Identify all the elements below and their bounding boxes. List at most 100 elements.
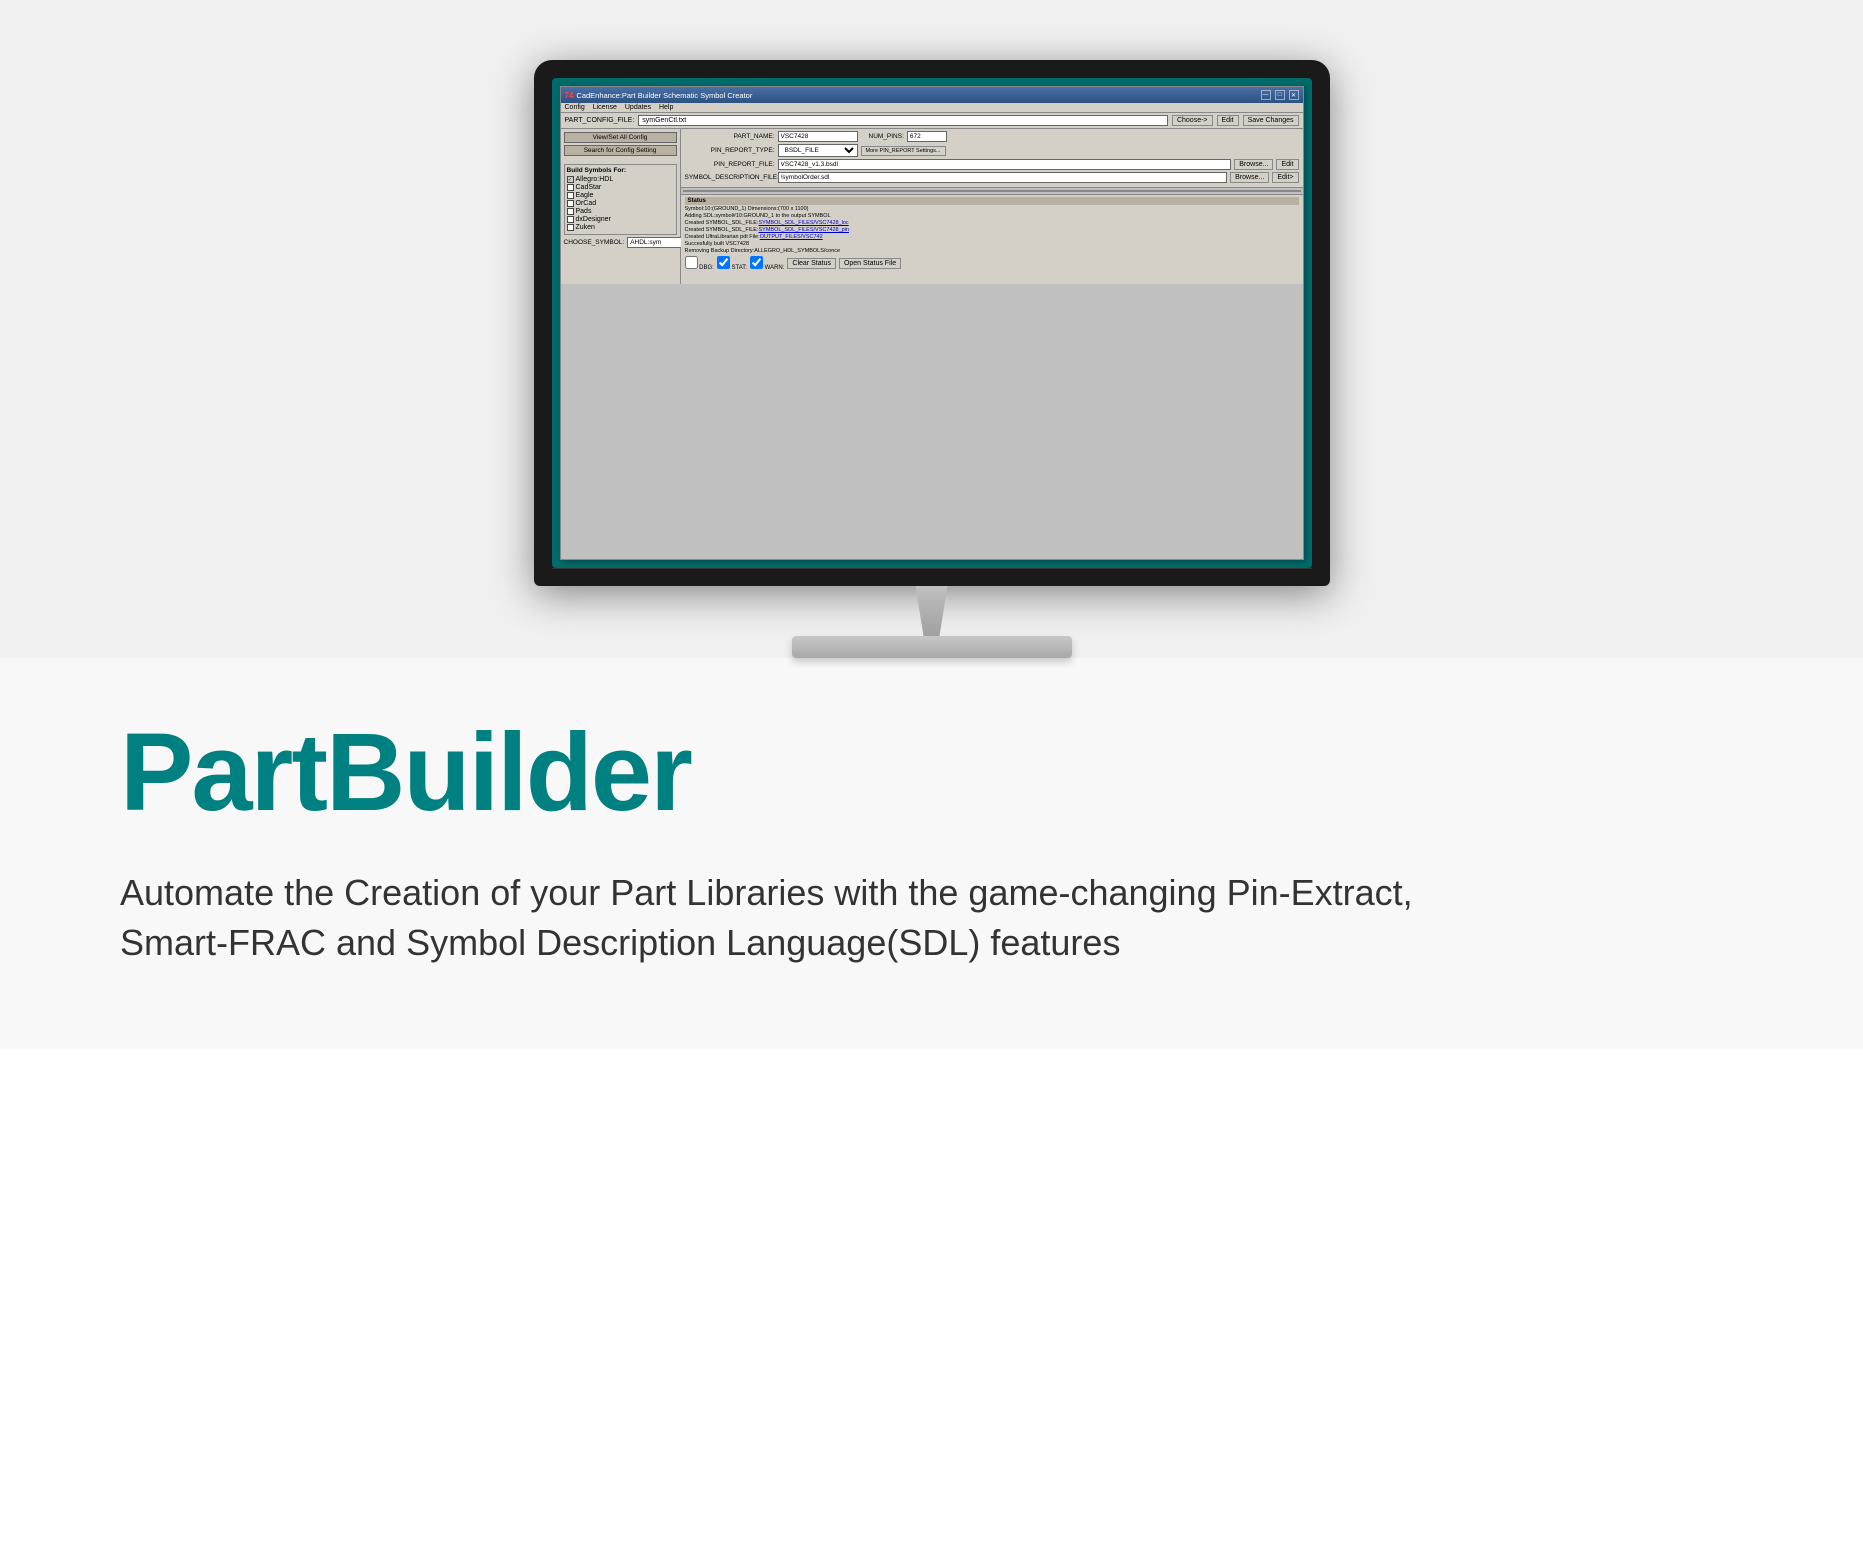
warn-label: WARN: — [750, 256, 784, 271]
clear-status-button[interactable]: Clear Status — [787, 258, 836, 269]
question-mark-small: ? — [712, 190, 720, 192]
part-name-label: PART_NAME: — [685, 133, 775, 140]
form-area: PART_NAME: NUM_PINS: PIN_REPORT_TYPE: — [681, 129, 1303, 188]
titlebar-controls[interactable]: — □ ✕ — [1261, 90, 1299, 100]
part-name-input[interactable] — [778, 131, 858, 142]
cadstar-label: CadStar — [576, 184, 602, 191]
status-line-6: Succesfully built VSC7428 — [685, 241, 1299, 247]
status-link-2[interactable]: SYMBOL_SDL_FILES/VSC7428_pin — [758, 227, 849, 233]
edit-config-button[interactable]: Edit — [1217, 115, 1239, 126]
monitor-chin — [552, 568, 1312, 574]
pin-report-type-label: PIN_REPORT_TYPE: — [685, 147, 775, 154]
checkbox-zuken[interactable]: Zuken — [567, 224, 674, 231]
checkbox-pads[interactable]: Pads — [567, 208, 674, 215]
status-link-1[interactable]: SYMBOL_SDL_FILES/VSC7428_loc — [758, 220, 848, 226]
more-settings-button[interactable]: More PIN_REPORT Settings... — [861, 146, 946, 156]
monitor-neck — [892, 586, 972, 636]
part-name-row: PART_NAME: NUM_PINS: — [685, 131, 1299, 142]
minimize-button[interactable]: — — [1261, 90, 1271, 100]
build-title: Build Symbols For: — [567, 167, 674, 174]
titlebar-title: 74 CadEnhance:Part Builder Schematic Sym… — [565, 91, 753, 100]
allegro-checkbox[interactable] — [567, 176, 574, 183]
eagle-checkbox[interactable] — [567, 192, 574, 199]
save-changes-button[interactable]: Save Changes — [1243, 115, 1299, 126]
app-logo: 74 — [565, 91, 574, 100]
status-line-4: Created SYMBOL_SDL_FILE:SYMBOL_SDL_FILES… — [685, 227, 1299, 233]
dbg-checkbox[interactable] — [685, 256, 698, 269]
menu-config[interactable]: Config — [565, 104, 585, 111]
browse-symbol-desc-button[interactable]: Browse... — [1230, 172, 1269, 183]
checkbox-orcad[interactable]: OrCad — [567, 200, 674, 207]
status-line-5: Created UltraLibrarian pdt File:OUTPUT_F… — [685, 234, 1299, 240]
pads-label: Pads — [576, 208, 592, 215]
status-controls: DBG: STAT: WARN: Clear Status Open Statu… — [685, 256, 1299, 271]
pin-report-file-label: PIN_REPORT_FILE: — [685, 161, 775, 168]
schematic-content: ? ? FCBGA — [684, 191, 1300, 192]
status-link-3[interactable]: OUTPUT_FILES/VSC742 — [760, 234, 823, 240]
zuken-checkbox[interactable] — [567, 224, 574, 231]
schematic-area: Double Click Operation BUILD_SYMBOLS REA… — [683, 190, 1301, 192]
dxdesigner-checkbox[interactable] — [567, 216, 574, 223]
checkbox-cadstar[interactable]: CadStar — [567, 184, 674, 191]
menu-help[interactable]: Help — [659, 104, 673, 111]
bottom-section: PartBuilder Automate the Creation of you… — [0, 658, 1863, 1049]
app-menubar: Config License Updates Help — [561, 103, 1303, 113]
status-line-3: Created SYMBOL_SDL_FILE:SYMBOL_SDL_FILES… — [685, 220, 1299, 226]
orcad-label: OrCad — [576, 200, 597, 207]
choose-button[interactable]: Choose-> — [1172, 115, 1213, 126]
allegro-label: Allegro:HDL — [576, 176, 614, 183]
pads-checkbox[interactable] — [567, 208, 574, 215]
browse-pin-report-button[interactable]: Browse... — [1234, 159, 1273, 170]
choose-symbol-input[interactable] — [627, 237, 687, 248]
app-window: 74 CadEnhance:Part Builder Schematic Sym… — [560, 86, 1304, 560]
symbol-desc-label: SYMBOL_DESCRIPTION_FILE: — [685, 174, 775, 181]
close-button[interactable]: ✕ — [1289, 90, 1299, 100]
config-file-label: PART_CONFIG_FILE: — [565, 117, 635, 124]
status-line-1: Symbol:10:(GROUND_1) Dimensions:(700 x 1… — [685, 206, 1299, 212]
checkbox-eagle[interactable]: Eagle — [567, 192, 674, 199]
monitor-outer: 74 CadEnhance:Part Builder Schematic Sym… — [534, 60, 1330, 658]
choose-symbol-label: CHOOSE_SYMBOL: — [564, 239, 625, 246]
stat-checkbox[interactable] — [717, 256, 730, 269]
app-titlebar: 74 CadEnhance:Part Builder Schematic Sym… — [561, 87, 1303, 103]
brand-title: PartBuilder — [120, 718, 1743, 828]
status-line-2: Adding SDL:symbol#10:GROUND_1 to the out… — [685, 213, 1299, 219]
open-status-file-button[interactable]: Open Status File — [839, 258, 901, 269]
eagle-label: Eagle — [576, 192, 594, 199]
edit-symbol-desc-button[interactable]: Edit> — [1272, 172, 1298, 183]
dxdesigner-label: dxDesigner — [576, 216, 611, 223]
zuken-label: Zuken — [576, 224, 595, 231]
monitor-section: 74 CadEnhance:Part Builder Schematic Sym… — [0, 0, 1863, 658]
main-area: View/Set All Config Search for Config Se… — [561, 129, 1303, 284]
pin-report-type-select[interactable]: BSDL_FILE — [778, 144, 858, 157]
checkbox-dxdesigner[interactable]: dxDesigner — [567, 216, 674, 223]
monitor-screen: 74 CadEnhance:Part Builder Schematic Sym… — [552, 78, 1312, 568]
app-title: CadEnhance:Part Builder Schematic Symbol… — [576, 91, 752, 100]
build-symbols-section: Build Symbols For: Allegro:HDL CadStar — [564, 164, 677, 235]
left-panel: View/Set All Config Search for Config Se… — [561, 129, 681, 284]
edit-pin-report-button[interactable]: Edit — [1276, 159, 1298, 170]
symbol-desc-row: SYMBOL_DESCRIPTION_FILE: Browse... Edit> — [685, 172, 1299, 183]
monitor-base — [792, 636, 1072, 658]
status-area: Status Symbol:10:(GROUND_1) Dimensions:(… — [681, 194, 1303, 284]
symbol-desc-input[interactable] — [778, 172, 1228, 183]
monitor-bezel: 74 CadEnhance:Part Builder Schematic Sym… — [534, 60, 1330, 586]
view-set-all-button[interactable]: View/Set All Config — [564, 132, 677, 143]
num-pins-input[interactable] — [907, 131, 947, 142]
status-title: Status — [685, 197, 1299, 205]
menu-updates[interactable]: Updates — [625, 104, 651, 111]
orcad-checkbox[interactable] — [567, 200, 574, 207]
num-pins-label: NUM_PINS: — [869, 133, 904, 140]
right-content: PART_NAME: NUM_PINS: PIN_REPORT_TYPE: — [681, 129, 1303, 284]
checkbox-allegro[interactable]: Allegro:HDL — [567, 176, 674, 183]
warn-checkbox[interactable] — [750, 256, 763, 269]
maximize-button[interactable]: □ — [1275, 90, 1285, 100]
search-config-button[interactable]: Search for Config Setting — [564, 145, 677, 156]
pin-report-type-row: PIN_REPORT_TYPE: BSDL_FILE More PIN_REPO… — [685, 144, 1299, 157]
config-file-row: PART_CONFIG_FILE: Choose-> Edit Save Cha… — [561, 113, 1303, 129]
menu-license[interactable]: License — [593, 104, 617, 111]
cadstar-checkbox[interactable] — [567, 184, 574, 191]
config-file-input[interactable] — [638, 115, 1168, 126]
pin-report-file-input[interactable] — [778, 159, 1232, 170]
status-line-7: Removing Backup Directory:ALLEGRO_HDL_SY… — [685, 248, 1299, 254]
